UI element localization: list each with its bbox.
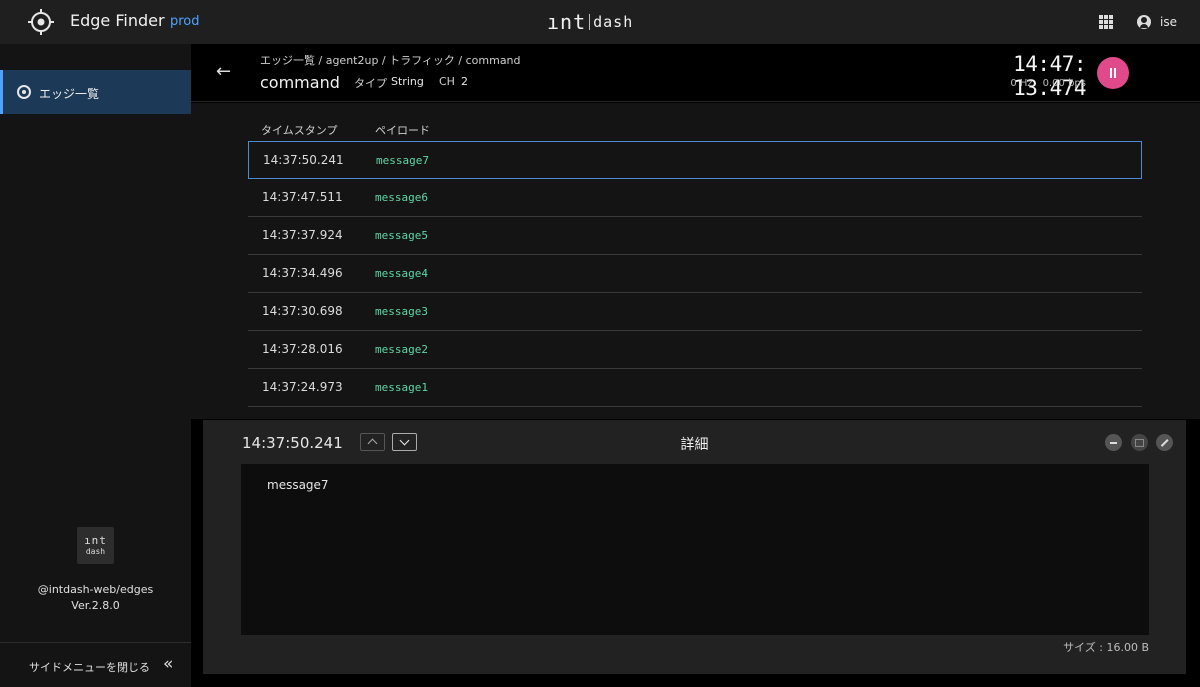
timestamp-cell: 14:37:37.924 [262, 228, 343, 242]
column-header-payload: ペイロード [375, 124, 430, 137]
frequency-value: 0 Hz [1010, 78, 1033, 89]
top-bar: Edge Finder prod ınt dash ise [0, 0, 1200, 44]
table-row[interactable]: 14:37:50.241 message7 [248, 141, 1142, 179]
bitrate-value: 0.00 bps [1042, 78, 1086, 89]
payload-size: サイズ : 16.00 B [1063, 641, 1149, 654]
logo-dash-text: dash [593, 13, 634, 31]
timestamp-cell: 14:37:24.973 [262, 380, 343, 394]
edge-finder-logo-icon [28, 9, 54, 35]
payload-cell: message2 [375, 343, 428, 356]
table-row[interactable]: 14:37:47.511 message6 [248, 179, 1142, 217]
app-title: Edge Finder [70, 11, 165, 30]
package-name: @intdash-web/edges [37, 583, 154, 596]
type-label: タイプ [354, 77, 387, 90]
small-logo-int: ınt [84, 534, 107, 547]
column-header-timestamp: タイムスタンプ [261, 124, 338, 137]
timestamp-cell: 14:37:30.698 [262, 304, 343, 318]
table-row[interactable]: 14:37:37.924 message5 [248, 217, 1142, 255]
payload-cell: message5 [375, 229, 428, 242]
apps-grid-icon[interactable] [1099, 15, 1113, 29]
timestamp-cell: 14:37:34.496 [262, 266, 343, 280]
sidebar-item-edge-list[interactable]: エッジ一覧 [0, 70, 191, 114]
detail-title: 詳細 [680, 437, 709, 453]
payload-cell: message4 [375, 267, 428, 280]
table-row[interactable]: 14:37:24.973 message1 [248, 369, 1142, 407]
logo-int-text: ınt [547, 10, 587, 34]
timestamp-cell: 14:37:28.016 [262, 342, 343, 356]
back-arrow-icon[interactable]: ← [216, 62, 231, 82]
current-time-display: 14:47: 13.474 [1013, 52, 1086, 100]
restore-icon[interactable] [1131, 434, 1148, 451]
sidebar-item-label: エッジ一覧 [39, 87, 100, 101]
channel-value: 2 [461, 75, 468, 88]
channel-label: CH [439, 75, 455, 88]
sidebar-footer[interactable]: サイドメニューを閉じる « [0, 642, 191, 687]
page-title: command [260, 73, 340, 92]
payload-text: message7 [267, 478, 329, 492]
timestamp-cell: 14:37:47.511 [262, 190, 343, 204]
version-label: Ver.2.8.0 [71, 599, 120, 612]
type-value: String [391, 75, 424, 88]
double-chevron-left-icon[interactable]: « [163, 655, 173, 673]
payload-cell: message1 [375, 381, 428, 394]
payload-viewer: message7 [241, 464, 1149, 635]
payload-cell: message3 [375, 305, 428, 318]
breadcrumb: エッジ一覧 / agent2up / トラフィック / command [260, 54, 521, 67]
pause-button[interactable] [1097, 57, 1129, 89]
sidebar: エッジ一覧 ınt dash @intdash-web/edges Ver.2.… [0, 44, 191, 687]
intdash-logo: ınt dash [547, 10, 634, 34]
target-icon [17, 85, 31, 99]
payload-cell: message7 [376, 154, 429, 167]
payload-cell: message6 [375, 191, 428, 204]
intdash-small-logo: ınt dash [77, 527, 114, 564]
logo-separator [589, 14, 591, 30]
rate-display: 0 Hz 0.00 bps [962, 78, 1086, 89]
minimize-icon[interactable] [1105, 434, 1122, 451]
message-table: タイムスタンプ ペイロード 14:37:50.241 message7 14:3… [191, 103, 1200, 419]
environment-label: prod [170, 14, 200, 29]
close-side-menu-button[interactable]: サイドメニューを閉じる [29, 659, 150, 675]
table-row[interactable]: 14:37:30.698 message3 [248, 293, 1142, 331]
user-icon[interactable] [1137, 15, 1151, 29]
detail-panel: 14:37:50.241 詳細 message7 サイズ : 16.00 B [203, 420, 1186, 674]
timestamp-cell: 14:37:50.241 [263, 153, 344, 167]
small-logo-dash: dash [85, 547, 106, 556]
table-row[interactable]: 14:37:34.496 message4 [248, 255, 1142, 293]
user-name[interactable]: ise [1160, 15, 1177, 29]
table-row[interactable]: 14:37:28.016 message2 [248, 331, 1142, 369]
channel-header: ← エッジ一覧 / agent2up / トラフィック / command co… [191, 44, 1200, 102]
maximize-icon[interactable] [1156, 434, 1173, 451]
